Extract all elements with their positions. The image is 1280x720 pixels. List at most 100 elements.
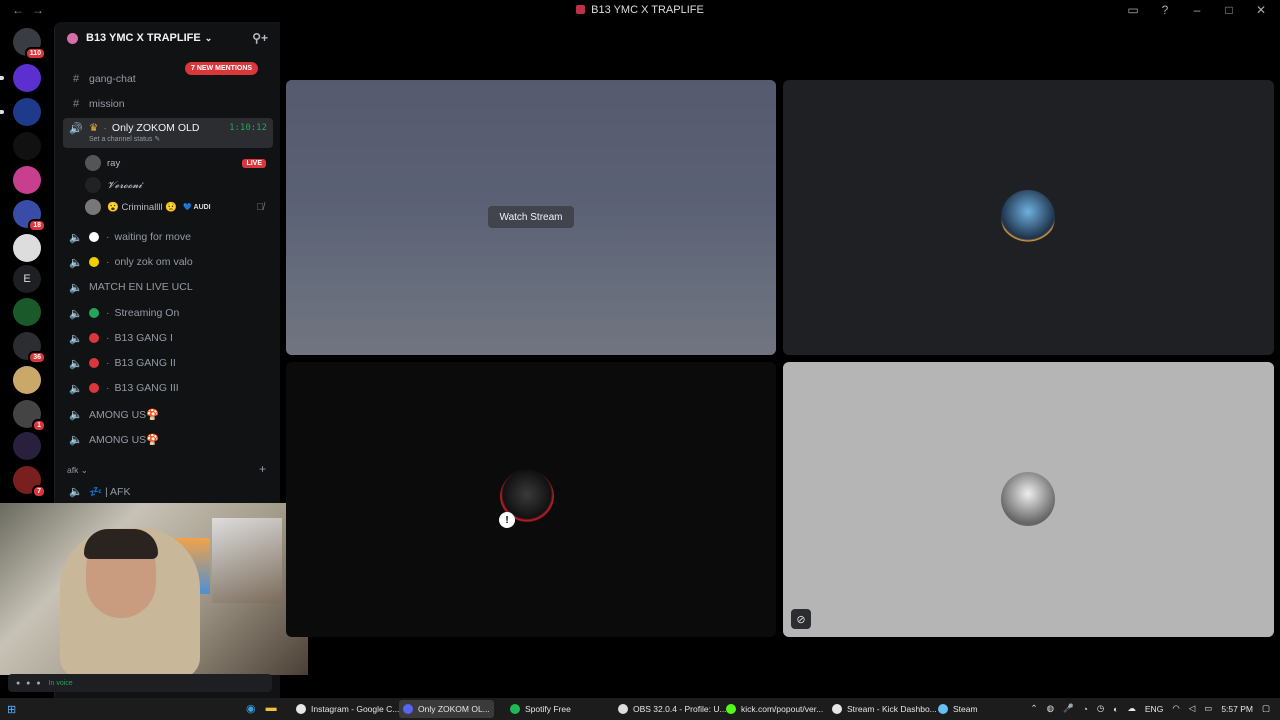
server-icon[interactable]: 7 bbox=[13, 466, 46, 498]
muted-mic-icon: 🎙̸ bbox=[256, 202, 265, 213]
separator: · bbox=[106, 231, 110, 243]
voice-channel[interactable]: 🔈 AMONG US🍄 bbox=[63, 428, 273, 450]
channel-name: waiting for move bbox=[114, 231, 191, 243]
app-tray-icon[interactable]: ◍ bbox=[1047, 703, 1054, 714]
voice-channel[interactable]: 🔈 · Streaming On bbox=[63, 302, 273, 324]
window-title: B13 YMC X TRAPLIFE bbox=[0, 4, 1280, 16]
voice-user[interactable]: 😮 Criminallll 😟 💙 AUDI bbox=[85, 197, 265, 217]
close-icon[interactable]: ✕ bbox=[1254, 3, 1268, 17]
user-name: 😮 Criminallll 😟 bbox=[107, 201, 178, 213]
channel-status-input[interactable]: Set a channel status ✎ bbox=[89, 135, 160, 143]
speaker-icon: 🔈 bbox=[69, 433, 83, 446]
voice-channel[interactable]: 🔈 · B13 GANG II bbox=[63, 352, 273, 374]
server-icon[interactable]: E bbox=[13, 265, 41, 293]
muted-mic-icon: ⊘ bbox=[791, 609, 811, 629]
participant-tile[interactable]: ⊘ bbox=[783, 362, 1274, 637]
server-icon[interactable]: 36 bbox=[13, 332, 46, 364]
server-icon[interactable] bbox=[13, 132, 41, 160]
file-explorer-icon[interactable]: ▬ bbox=[266, 702, 277, 715]
language-indicator[interactable]: ENG bbox=[1145, 704, 1163, 714]
server-icon[interactable] bbox=[13, 298, 41, 326]
voice-timer: 1:10:12 bbox=[229, 123, 267, 133]
channel-name: AMONG US🍄 bbox=[89, 433, 160, 446]
status-dot-icon bbox=[89, 232, 99, 242]
speaker-icon: 🔊 bbox=[69, 123, 83, 135]
cloud-icon[interactable]: ☁ bbox=[1127, 703, 1136, 714]
text-channel[interactable]: # mission bbox=[63, 93, 273, 115]
status-dot-icon bbox=[89, 383, 99, 393]
app-tray-icon[interactable]: ◔ bbox=[1083, 704, 1088, 714]
separator: · bbox=[106, 332, 110, 344]
server-icon[interactable] bbox=[13, 234, 41, 262]
taskbar-app[interactable]: Only ZOKOM OL... bbox=[399, 700, 494, 718]
taskbar-app[interactable]: Instagram - Google C... bbox=[292, 700, 403, 718]
chevron-up-icon[interactable]: ⌃ bbox=[1031, 703, 1038, 714]
speaker-icon: 🔈 bbox=[69, 485, 83, 498]
voice-channel[interactable]: 🔈 · B13 GANG I bbox=[63, 327, 273, 349]
taskbar-app[interactable]: kick.com/popout/ver... bbox=[722, 700, 827, 718]
server-icon[interactable] bbox=[13, 166, 41, 194]
unread-pill bbox=[0, 110, 4, 114]
volume-icon[interactable]: ◁ bbox=[1189, 703, 1196, 714]
muted-icon: ! bbox=[499, 512, 515, 528]
watch-stream-button[interactable]: Watch Stream bbox=[488, 206, 574, 228]
taskbar-app[interactable]: Steam bbox=[934, 700, 982, 718]
battery-icon[interactable]: ▭ bbox=[1204, 703, 1212, 714]
active-voice-channel[interactable]: 🔊 ♛ · Only ZOKOM OLD 1:10:12 Set a chann… bbox=[63, 118, 273, 148]
server-icon[interactable] bbox=[13, 432, 41, 460]
voice-user[interactable]: 𝓥𝓮𝓻𝓸𝓸𝓷𝓲 bbox=[85, 175, 142, 195]
voice-channel[interactable]: 🔈 · waiting for move bbox=[63, 226, 273, 248]
server-icon[interactable]: 1 bbox=[13, 400, 46, 432]
microphone-icon[interactable]: 🎤 bbox=[1063, 703, 1074, 714]
speaker-icon: 🔈 bbox=[69, 231, 83, 244]
clock[interactable]: 5:57 PM bbox=[1221, 704, 1253, 714]
windows-start-icon[interactable]: ⊞ bbox=[7, 703, 16, 716]
participant-tile[interactable] bbox=[783, 80, 1274, 355]
chevron-down-icon: ⌄ bbox=[204, 32, 213, 43]
category-header[interactable]: afk ⌄ bbox=[67, 465, 88, 476]
wifi-icon[interactable]: ◠ bbox=[1172, 703, 1179, 714]
new-mentions-pill[interactable]: 7 NEW MENTIONS bbox=[185, 62, 259, 75]
maximize-icon[interactable]: □ bbox=[1222, 3, 1236, 17]
voice-channel[interactable]: 🔈 · only zok om valo bbox=[63, 251, 273, 273]
inbox-icon[interactable]: ▭ bbox=[1126, 3, 1140, 17]
voice-channel[interactable]: 🔈 MATCH EN LIVE UCL bbox=[63, 276, 273, 298]
badge: 1 bbox=[32, 419, 46, 432]
separator: · bbox=[106, 307, 110, 319]
edge-icon[interactable]: ◉ bbox=[246, 702, 256, 715]
taskbar-app[interactable]: Spotify Free bbox=[506, 700, 575, 718]
notification-icon[interactable]: ▢ bbox=[1262, 703, 1270, 714]
avatar bbox=[1001, 190, 1055, 244]
minimize-icon[interactable]: – bbox=[1190, 3, 1204, 17]
taskbar-app[interactable]: Stream - Kick Dashbo... bbox=[828, 700, 941, 718]
taskbar: ⊞ ◉ ▬ Instagram - Google C... Only ZOKOM … bbox=[0, 698, 1280, 720]
taskbar-app[interactable]: OBS 32.0.4 - Profile: U... bbox=[614, 700, 731, 718]
app-icon bbox=[403, 704, 413, 714]
channel-name: B13 GANG I bbox=[114, 332, 173, 344]
app-icon bbox=[832, 704, 842, 714]
afk-voice-channel[interactable]: 🔈 💤 | AFK bbox=[63, 480, 273, 502]
stream-tile[interactable]: Watch Stream bbox=[286, 80, 776, 355]
server-icon[interactable] bbox=[13, 366, 41, 394]
server-icon[interactable] bbox=[13, 98, 41, 126]
server-icon[interactable]: 18 bbox=[13, 200, 46, 232]
add-channel-icon[interactable]: + bbox=[259, 462, 266, 476]
status-dot-icon bbox=[89, 333, 99, 343]
separator: · bbox=[106, 256, 110, 268]
help-icon[interactable]: ? bbox=[1158, 3, 1172, 17]
app-tray-icon[interactable]: ◷ bbox=[1097, 703, 1104, 714]
guild-header[interactable]: B13 YMC X TRAPLIFE ⌄ ⚲+ bbox=[55, 22, 280, 54]
add-member-icon[interactable]: ⚲+ bbox=[252, 31, 268, 45]
voice-user[interactable]: ray bbox=[85, 153, 120, 173]
badge: 110 bbox=[24, 47, 46, 60]
app-tray-icon[interactable]: ◐ bbox=[1113, 704, 1118, 714]
server-icon[interactable] bbox=[13, 64, 41, 92]
guild-icon bbox=[67, 32, 78, 44]
status-icons: ● ● ● bbox=[16, 679, 43, 687]
crown-icon: ♛ bbox=[89, 122, 99, 134]
home-discord-icon[interactable]: 110 bbox=[13, 28, 46, 60]
participant-tile[interactable]: ! bbox=[286, 362, 776, 637]
voice-channel[interactable]: 🔈 AMONG US🍄 bbox=[63, 403, 273, 425]
voice-channel[interactable]: 🔈 · B13 GANG III bbox=[63, 377, 273, 399]
badge: 36 bbox=[28, 351, 46, 364]
